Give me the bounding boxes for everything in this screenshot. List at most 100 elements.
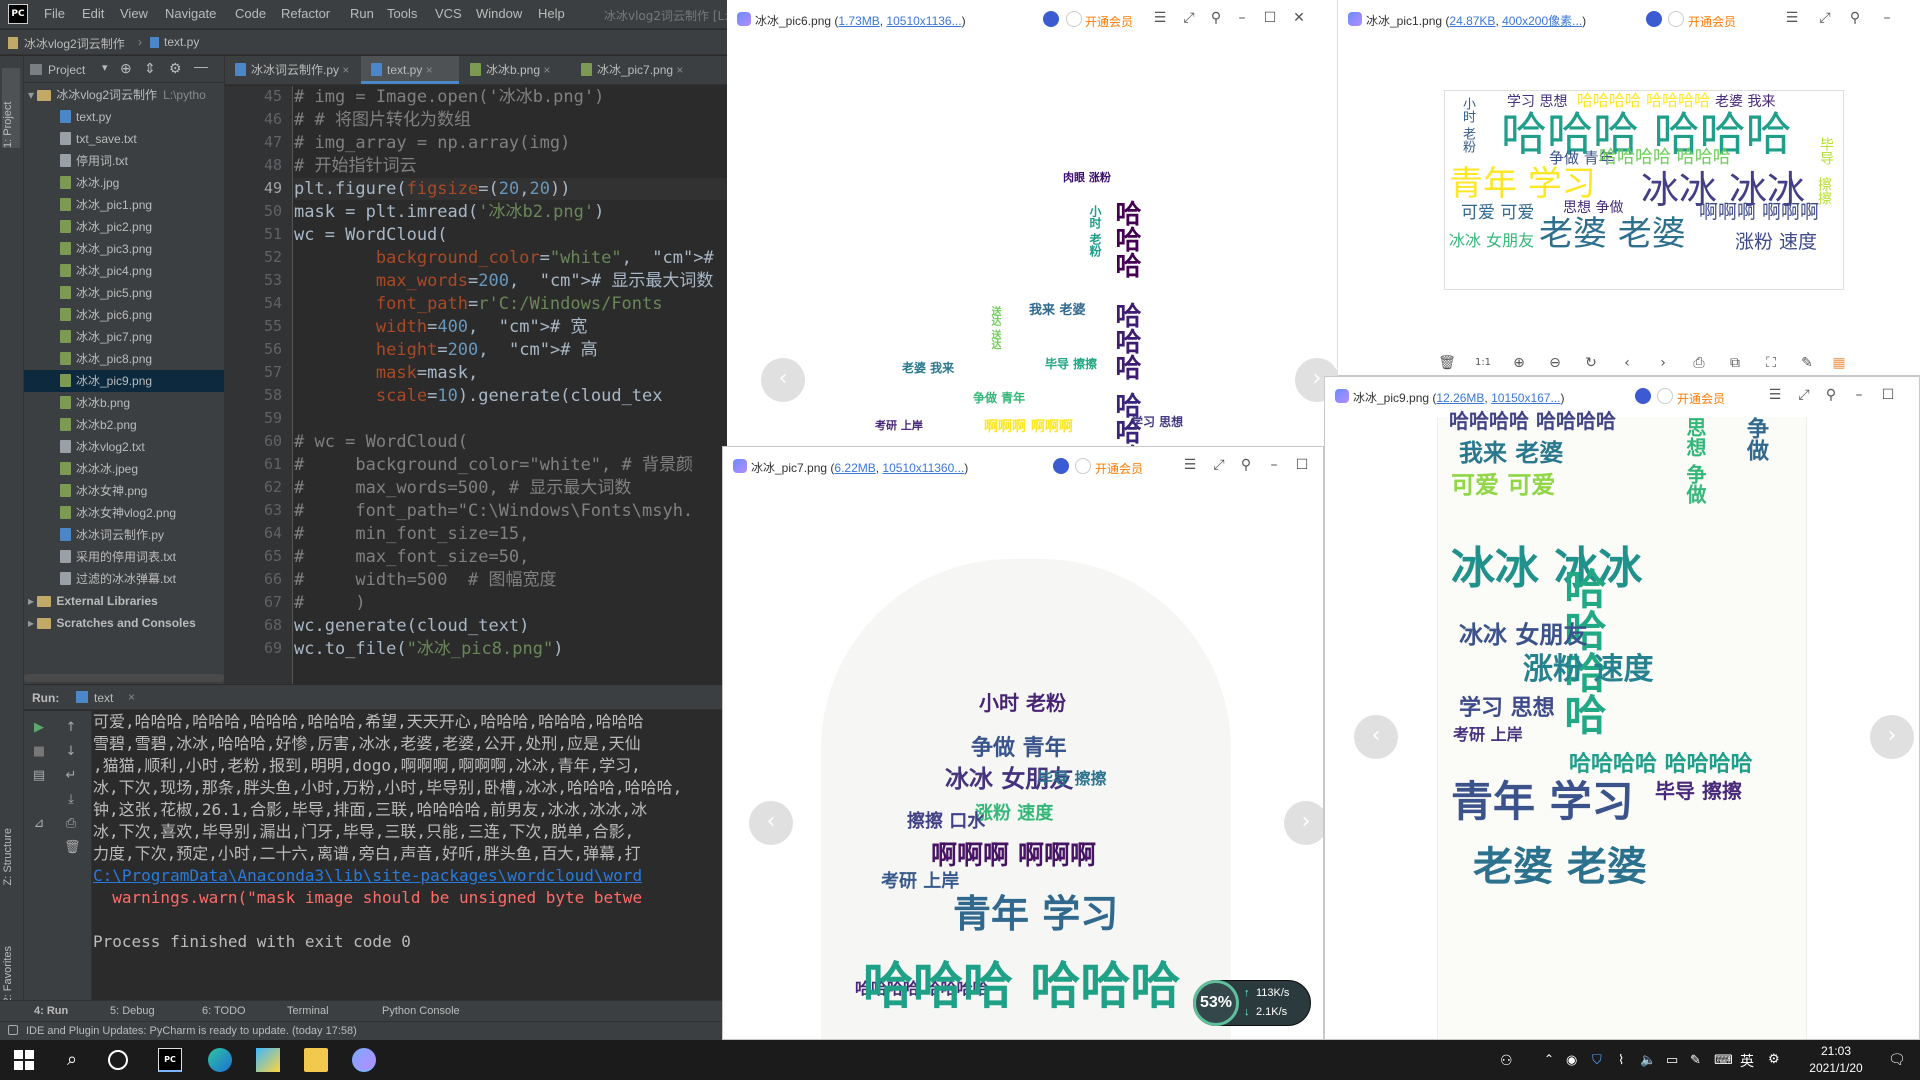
chevron-right-icon[interactable]: ▸ [28, 594, 37, 608]
tree-item[interactable]: 采用的停用词表.txt [24, 546, 224, 568]
code-line[interactable]: mask = plt.imread('冰冰b2.png') [294, 201, 604, 223]
code-line[interactable]: max_words=200, "cm"># 显示最大词数 [294, 270, 713, 292]
pin-icon[interactable]: ⚲ [1822, 386, 1840, 404]
rerun-icon[interactable]: ▶ [32, 721, 46, 735]
close-icon[interactable]: × [128, 690, 135, 704]
next-image-button[interactable]: › [1284, 801, 1323, 845]
breadcrumb-project[interactable]: 冰冰vlog2词云制作 [24, 35, 125, 52]
image-viewer-taskbar-icon[interactable] [352, 1048, 376, 1072]
tab-bingbing-b[interactable]: 冰冰b.png × [460, 56, 570, 84]
menu-tools[interactable]: Tools [387, 6, 417, 21]
screenshot-icon[interactable]: ⛶ [1762, 354, 1780, 372]
pen-icon[interactable]: ✎ [1690, 1052, 1701, 1068]
menu-view[interactable]: View [120, 6, 148, 21]
clock-time[interactable]: 21:03 [1806, 1044, 1866, 1058]
code-line[interactable]: # background_color="white", # 背景颜 [294, 454, 693, 476]
tree-item[interactable]: 冰冰vlog2.txt [24, 436, 224, 458]
status-message[interactable]: IDE and Plugin Updates: PyCharm is ready… [26, 1025, 357, 1037]
maximize-icon[interactable]: ☐ [1261, 9, 1279, 27]
tree-item[interactable]: 冰冰女神.png [24, 480, 224, 502]
stop-icon[interactable]: ■ [32, 745, 46, 759]
scroll-to-end-icon[interactable]: ⤓ [64, 793, 78, 807]
file-size[interactable]: 6.22MB [834, 461, 875, 475]
gear-icon[interactable] [1668, 11, 1684, 27]
code-line[interactable]: background_color="white", "cm"># [294, 247, 714, 269]
arrow-down-icon[interactable]: ↓ [64, 745, 78, 759]
people-icon[interactable]: ⚇ [1500, 1052, 1513, 1069]
tab-python-console[interactable]: Python Console [382, 1005, 460, 1017]
code-line[interactable]: wc = WordCloud( [294, 224, 448, 246]
notification-icon[interactable] [8, 1025, 18, 1035]
cortana-icon[interactable] [108, 1050, 128, 1070]
menu-help[interactable]: Help [538, 6, 565, 21]
close-icon[interactable]: × [342, 63, 349, 77]
tree-item[interactable]: 冰冰_pic8.png [24, 348, 224, 370]
fullscreen-icon[interactable]: ⤢ [1180, 9, 1198, 27]
trash-icon[interactable]: 🗑 [1438, 354, 1456, 372]
collapse-all-icon[interactable]: ⇕ [144, 60, 156, 77]
image-dimensions[interactable]: 10510x11360... [882, 461, 964, 475]
chevron-down-icon[interactable]: ▾ [102, 61, 108, 74]
menu-icon[interactable]: ☰ [1181, 456, 1199, 474]
hide-panel-icon[interactable]: — [194, 58, 208, 74]
fullscreen-icon[interactable]: ⤢ [1210, 456, 1228, 474]
close-icon[interactable]: ✕ [1290, 9, 1308, 27]
menu-vcs[interactable]: VCS [435, 6, 462, 21]
menu-edit[interactable]: Edit [82, 6, 104, 21]
pin-icon[interactable]: ⚲ [1846, 9, 1864, 27]
wifi-icon[interactable]: ⌇ [1618, 1052, 1624, 1068]
apps-icon[interactable]: ▦ [1830, 354, 1848, 372]
tree-item[interactable]: 冰冰b.png [24, 392, 224, 414]
fullscreen-icon[interactable]: ⤢ [1795, 386, 1813, 404]
minimize-icon[interactable]: – [1233, 9, 1251, 27]
pin-icon[interactable]: ⚲ [1237, 456, 1255, 474]
tree-item[interactable]: 冰冰女神vlog2.png [24, 502, 224, 524]
close-icon[interactable]: × [676, 63, 683, 77]
menu-icon[interactable]: ☰ [1766, 386, 1784, 404]
tree-item[interactable]: 过滤的冰冰弹幕.txt [24, 568, 224, 590]
console-path-link[interactable]: C:\ProgramData\Anaconda3\lib\site-packag… [93, 865, 642, 887]
windows-start-icon[interactable] [12, 1048, 36, 1072]
run-console[interactable]: 可爱,哈哈哈,哈哈哈,哈哈哈,哈哈哈,希望,天天开心,哈哈哈,哈哈哈,哈哈哈 雪… [93, 711, 727, 1010]
shield-icon[interactable]: ⛉ [1592, 1052, 1602, 1068]
edge-icon[interactable] [208, 1048, 232, 1072]
chevron-down-icon[interactable]: ▾ [28, 88, 37, 102]
search-icon[interactable]: ⌕ [60, 1048, 84, 1072]
arrow-up-icon[interactable]: ↑ [64, 721, 78, 735]
tree-item[interactable]: 冰冰_pic6.png [24, 304, 224, 326]
code-line[interactable]: mask=mask, [294, 362, 478, 384]
image-dimensions[interactable]: 10150x167... [1491, 391, 1560, 405]
battery-icon[interactable]: ▭ [1666, 1052, 1678, 1068]
tree-item[interactable]: 停用词.txt [24, 150, 224, 172]
vip-button[interactable]: 开通会员 [1085, 13, 1133, 30]
tree-item[interactable]: 冰冰词云制作.py [24, 524, 224, 546]
cloud-icon[interactable] [1635, 388, 1651, 404]
pin-icon[interactable]: ⚲ [1207, 9, 1225, 27]
vip-button[interactable]: 开通会员 [1688, 13, 1736, 30]
menu-navigate[interactable]: Navigate [165, 6, 216, 21]
run-tab-text[interactable]: text [94, 691, 113, 705]
qq-icon[interactable]: ◉ [1566, 1052, 1577, 1068]
vip-button[interactable]: 开通会员 [1677, 390, 1725, 407]
tree-item[interactable]: 冰冰.jpg [24, 172, 224, 194]
locate-file-icon[interactable]: ⊕ [120, 60, 132, 77]
code-line[interactable]: # width=500 # 图幅宽度 [294, 569, 556, 591]
pin-icon[interactable]: ⊿ [32, 817, 46, 831]
structure-tool-tab[interactable]: Z: Structure [2, 828, 14, 885]
project-view-selector[interactable]: Project [48, 63, 85, 77]
code-line[interactable]: # img_array = np.array(img) [294, 132, 570, 154]
previous-image-button[interactable]: ‹ [1354, 715, 1398, 759]
menu-refactor[interactable]: Refactor [281, 6, 330, 21]
code-line[interactable]: wc.generate(cloud_text) [294, 615, 529, 637]
settings-tray-icon[interactable]: ⚙ [1768, 1051, 1780, 1067]
gear-icon[interactable]: ⚙ [169, 60, 182, 77]
code-editor[interactable]: # img = Image.open('冰冰b.png') # # 将图片转化为数… [294, 86, 727, 684]
tab-run[interactable]: 4: Run [34, 1005, 68, 1017]
cloud-icon[interactable] [1043, 11, 1059, 27]
zoom-in-icon[interactable]: ⊕ [1510, 354, 1528, 372]
tree-item[interactable]: ▾ 冰冰vlog2词云制作 L:\pytho [24, 84, 224, 106]
cloud-icon[interactable] [1053, 458, 1069, 474]
tab-terminal[interactable]: Terminal [287, 1005, 329, 1017]
horizontal-scrollbar[interactable] [24, 674, 224, 682]
tree-item[interactable]: 冰冰_pic9.png [24, 370, 224, 392]
